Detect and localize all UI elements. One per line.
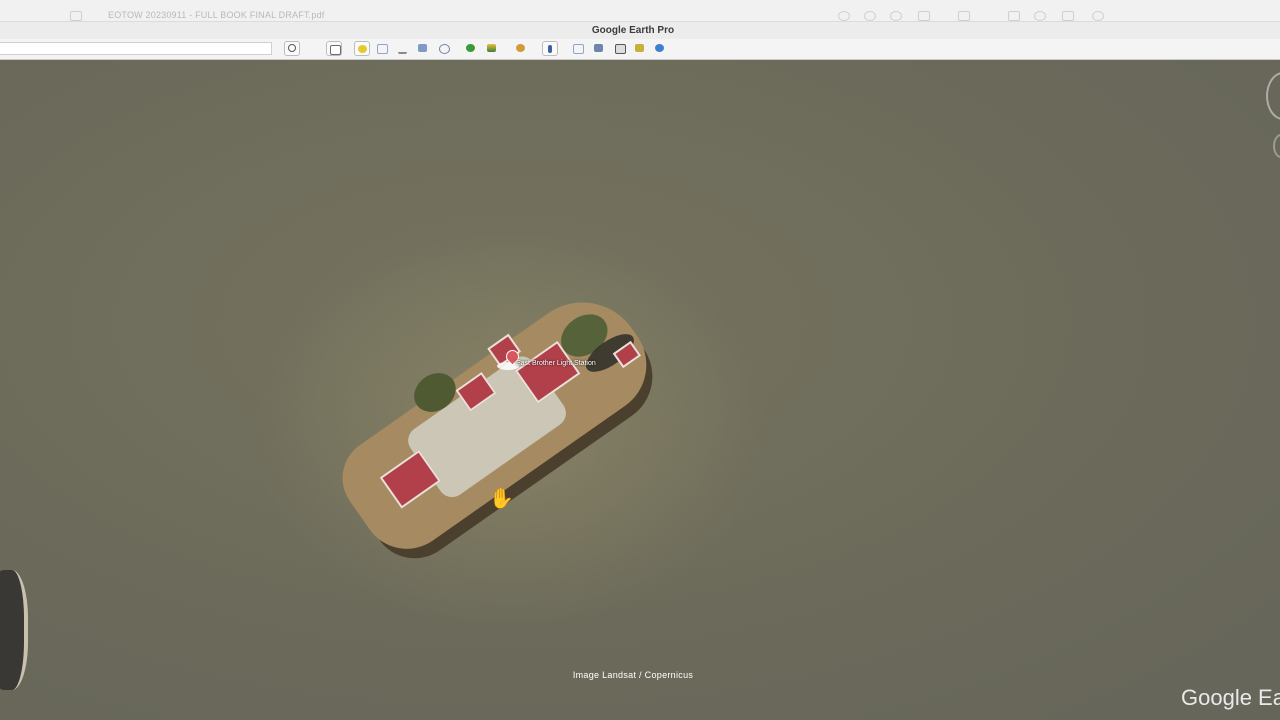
historical-imagery-icon [466,44,475,52]
toolbar [0,39,1280,60]
navigation-look-icon[interactable] [1273,134,1280,158]
sidebar-toggle-icon [330,45,341,55]
print-button[interactable] [591,41,607,56]
search-button[interactable] [284,41,300,56]
markup-icon [958,11,970,21]
view-in-maps-button[interactable] [632,41,648,56]
hand-cursor-icon: ✋ [489,488,514,510]
view-in-maps-icon [635,44,644,52]
record-tour-icon [439,44,450,54]
placemark-label[interactable]: East Brother Light Station [516,360,596,367]
globe-button[interactable] [652,41,668,56]
map-view[interactable]: East Brother Light Station ✋ Image Lands… [0,60,1280,720]
zoom-in-icon [864,11,876,21]
search-input[interactable] [0,42,272,55]
add-path-button[interactable] [395,41,411,56]
navigation-compass-icon[interactable] [1266,72,1280,120]
share-icon [918,11,930,21]
screen: EOTOW 20230911 - FULL BOOK FINAL DRAFT.p… [0,0,1280,720]
email-icon [573,44,584,54]
historical-imagery-button[interactable] [463,41,479,56]
placemark-icon [358,45,367,53]
sidebar-toggle-button[interactable] [326,41,342,56]
document-icon [70,11,82,21]
print-icon [594,44,603,52]
highlight-icon [1008,11,1020,21]
path-icon [398,44,407,54]
save-image-button[interactable] [612,41,628,56]
sign-icon [1062,11,1074,21]
sunlight-button[interactable] [484,41,500,56]
add-image-overlay-button[interactable] [415,41,431,56]
background-window-strip: EOTOW 20230911 - FULL BOOK FINAL DRAFT.p… [0,0,1280,22]
polygon-icon [377,44,388,54]
window-titlebar: Google Earth Pro [0,21,1280,40]
zoom-out-icon [838,11,850,21]
planets-button[interactable] [513,41,529,56]
image-overlay-icon [418,44,427,52]
record-tour-button[interactable] [436,41,452,56]
planets-icon [516,44,525,52]
sunlight-icon [487,44,496,52]
globe-icon [655,44,664,52]
email-button[interactable] [570,41,586,56]
ruler-button[interactable] [542,41,558,56]
window-title: Google Earth Pro [591,25,675,36]
add-polygon-button[interactable] [374,41,390,56]
rotate-icon [890,11,902,21]
info-icon [1034,11,1046,21]
google-earth-watermark: Google Ea [1181,685,1280,710]
search-pdf-icon [1092,11,1104,21]
background-window-title: EOTOW 20230911 - FULL BOOK FINAL DRAFT.p… [108,10,325,20]
imagery-attribution: Image Landsat / Copernicus [572,670,694,680]
save-image-icon [615,44,626,54]
ruler-icon [548,45,552,53]
search-icon [288,44,296,52]
add-placemark-button[interactable] [354,41,370,56]
